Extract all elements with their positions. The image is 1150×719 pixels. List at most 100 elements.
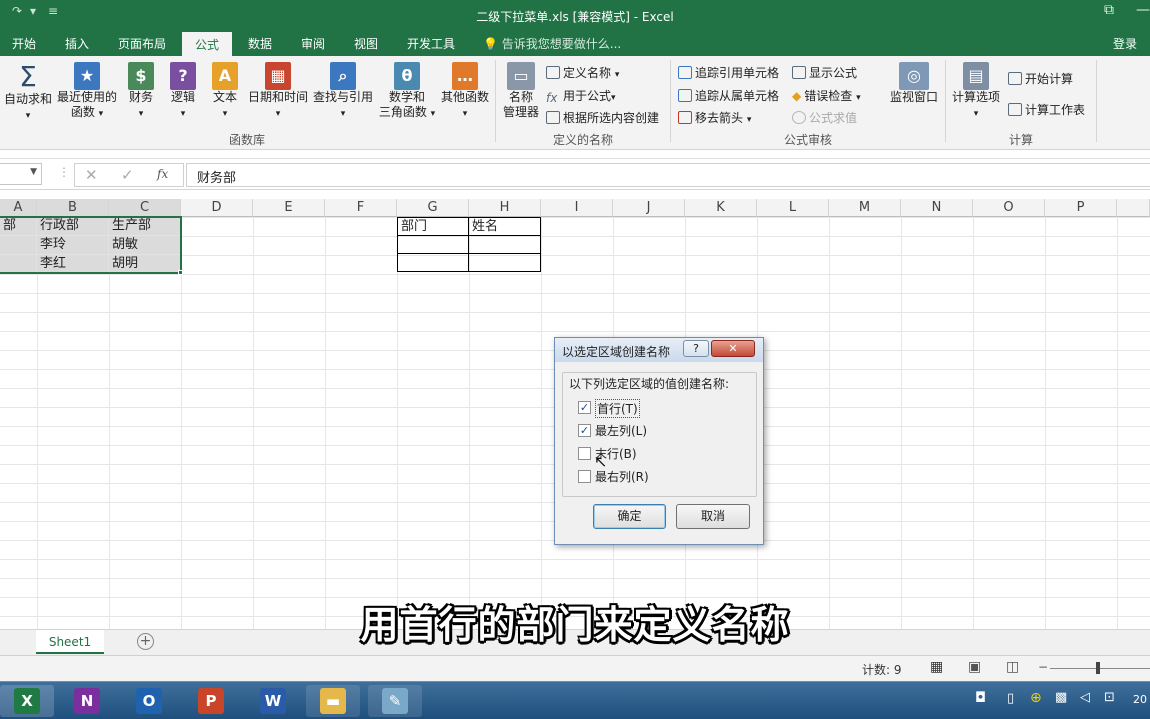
name-box-dropdown-icon[interactable]: ▼ [30, 167, 37, 177]
cell-h2[interactable] [468, 235, 541, 254]
error-checking-button[interactable]: ◆ 错误检查 ▾ [792, 87, 861, 104]
cancel-icon[interactable]: ✕ [85, 166, 98, 184]
more-functions-button[interactable]: … 其他函数 ▾ [438, 62, 492, 122]
trace-precedents-button[interactable]: 追踪引用单元格 [678, 64, 779, 81]
normal-view-icon[interactable]: ▦ [930, 659, 943, 675]
dialog-title-bar[interactable]: 以选定区域创建名称 ? ✕ [555, 338, 763, 362]
ok-button[interactable]: 确定 [593, 504, 666, 529]
checkbox-bottom-row[interactable] [578, 447, 591, 460]
trace-dependents-button[interactable]: 追踪从属单元格 [678, 87, 779, 104]
label-left-column[interactable]: 最左列(L) [595, 422, 647, 439]
taskbar-word[interactable]: W [246, 685, 300, 717]
recent-functions-button[interactable]: ★ 最近使用的 函数 ▾ [56, 62, 118, 122]
column-header-i[interactable]: I [541, 199, 613, 217]
calendar-icon: ▦ [265, 62, 291, 90]
column-header-m[interactable]: M [829, 199, 901, 217]
show-formulas-button[interactable]: 显示公式 [792, 64, 857, 81]
column-header-g[interactable]: G [397, 199, 469, 217]
excel-icon: X [14, 688, 40, 714]
taskbar-powerpoint[interactable]: P [184, 685, 238, 717]
column-header-b[interactable]: B [37, 199, 109, 217]
cell-h3[interactable] [468, 253, 541, 272]
taskbar-onenote[interactable]: N [60, 685, 114, 717]
column-header-l[interactable]: L [757, 199, 829, 217]
checkbox-left-column[interactable]: ✓ [578, 424, 591, 437]
column-header-a[interactable]: A [0, 199, 37, 217]
calc-options-button[interactable]: ▤ 计算选项 ▾ [948, 62, 1004, 122]
network-icon[interactable]: ⊡ [1104, 690, 1115, 705]
cell-g2[interactable] [397, 235, 469, 254]
tab-home[interactable]: 开始 [10, 35, 38, 52]
zoom-out-icon[interactable]: − [1038, 660, 1048, 674]
tray-plus-icon[interactable]: ⊕ [1030, 690, 1042, 706]
ribbon-display-icon[interactable]: ⧉ [1104, 2, 1114, 18]
column-header-p[interactable]: P [1045, 199, 1117, 217]
taskbar-explorer[interactable]: ▬ [306, 685, 360, 717]
tab-insert[interactable]: 插入 [63, 35, 91, 52]
page-layout-view-icon[interactable]: ▣ [968, 659, 981, 675]
checkbox-top-row[interactable]: ✓ [578, 401, 591, 414]
column-header-k[interactable]: K [685, 199, 757, 217]
tab-page-layout[interactable]: 页面布局 [116, 35, 168, 52]
tray-film-icon[interactable]: ▯ [1007, 691, 1014, 706]
evaluate-formula-button[interactable]: 公式求值 [792, 109, 857, 126]
page-break-view-icon[interactable]: ◫ [1006, 659, 1019, 675]
cancel-button[interactable]: 取消 [676, 504, 750, 529]
formula-bar-resize-icon[interactable]: ⋮ [58, 165, 70, 179]
tab-developer[interactable]: 开发工具 [405, 35, 457, 52]
minimize-icon[interactable]: — [1136, 2, 1150, 18]
logical-button[interactable]: ? 逻辑 ▾ [164, 62, 202, 122]
name-box[interactable]: ▼ [0, 163, 42, 185]
create-from-selection-button[interactable]: 根据所选内容创建 [546, 109, 659, 126]
column-header-d[interactable]: D [181, 199, 253, 217]
insert-function-icon[interactable]: fx [157, 167, 168, 181]
calc-sheet-button[interactable]: 计算工作表 [1008, 101, 1085, 118]
calc-now-button[interactable]: 开始计算 [1008, 70, 1073, 87]
cell-g1[interactable]: 部门 [397, 217, 469, 236]
column-header-h[interactable]: H [469, 199, 541, 217]
column-header-e[interactable]: E [253, 199, 325, 217]
label-top-row[interactable]: 首行(T) [595, 399, 640, 418]
column-header-j[interactable]: J [613, 199, 685, 217]
column-header-c[interactable]: C [109, 199, 181, 217]
text-button[interactable]: A 文本 ▾ [206, 62, 244, 122]
word-icon: W [260, 688, 286, 714]
math-trig-button[interactable]: θ 数学和 三角函数 ▾ [376, 62, 438, 122]
autosum-button[interactable]: Σ 自动求和 ▾ [2, 62, 54, 124]
column-header-n[interactable]: N [901, 199, 973, 217]
tab-review[interactable]: 审阅 [299, 35, 327, 52]
watch-window-button[interactable]: ◎ 监视窗口 [886, 62, 942, 105]
zoom-slider[interactable] [1050, 668, 1150, 669]
tell-me-box[interactable]: 💡 告诉我您想要做什么... [483, 35, 621, 52]
zoom-slider-thumb[interactable] [1096, 662, 1100, 674]
name-manager-button[interactable]: ▭ 名称 管理器 [500, 62, 542, 120]
taskbar-app[interactable]: ✎ [368, 685, 422, 717]
financial-button[interactable]: $ 财务 ▾ [122, 62, 160, 122]
define-name-button[interactable]: 定义名称 ▾ [546, 64, 619, 81]
volume-icon[interactable]: ◁ [1080, 690, 1090, 705]
tray-user-icon[interactable]: ◘ [975, 690, 986, 706]
name-tag-icon: ▭ [507, 62, 535, 90]
tab-data[interactable]: 数据 [246, 35, 274, 52]
use-in-formula-button[interactable]: fx 用于公式▾ [546, 87, 616, 105]
cell-h1[interactable]: 姓名 [468, 217, 541, 236]
tray-ime-icon[interactable]: ▩ [1055, 690, 1067, 705]
help-button[interactable]: ? [683, 340, 709, 357]
datetime-button[interactable]: ▦ 日期和时间 ▾ [246, 62, 310, 122]
taskbar-outlook[interactable]: O [122, 685, 176, 717]
remove-arrows-button[interactable]: 移去箭头 ▾ [678, 109, 751, 126]
tab-view[interactable]: 视图 [352, 35, 380, 52]
column-header-q[interactable] [1117, 199, 1150, 217]
enter-check-icon[interactable]: ✓ [121, 166, 134, 184]
column-header-o[interactable]: O [973, 199, 1045, 217]
column-header-f[interactable]: F [325, 199, 397, 217]
tab-formulas[interactable]: 公式 [182, 32, 233, 56]
cell-g3[interactable] [397, 253, 469, 272]
formula-input[interactable]: 财务部 [186, 163, 1150, 187]
taskbar-excel[interactable]: X [0, 685, 54, 717]
sign-in-link[interactable]: 登录 [1111, 35, 1139, 52]
close-icon[interactable]: ✕ [711, 340, 755, 357]
lookup-button[interactable]: ⌕ 查找与引用 ▾ [312, 62, 374, 122]
fill-handle[interactable] [178, 270, 183, 275]
checkbox-right-column[interactable] [578, 470, 591, 483]
